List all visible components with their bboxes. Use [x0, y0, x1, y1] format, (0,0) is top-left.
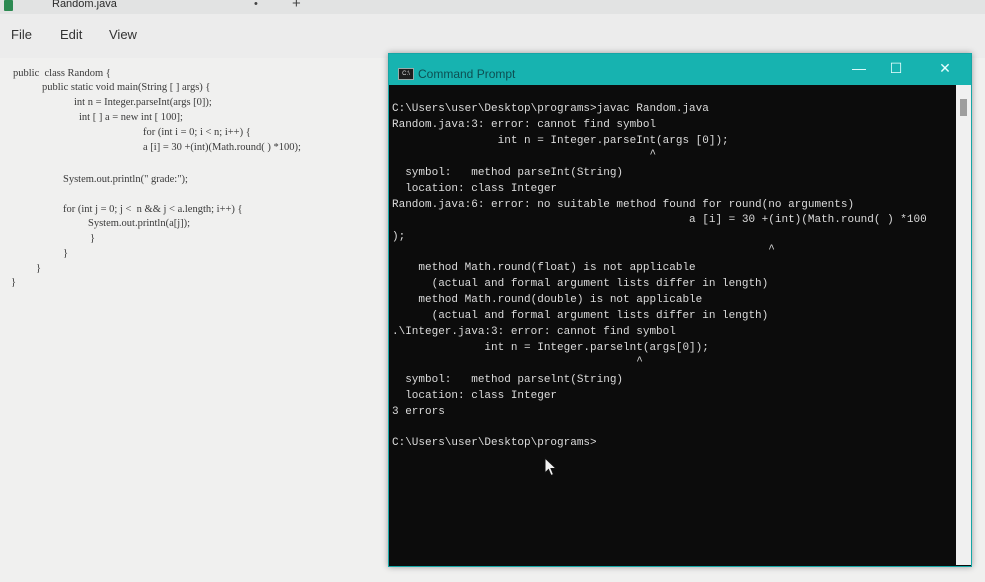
new-tab-button[interactable]: + [292, 0, 301, 12]
terminal-line: int n = Integer.parseInt(args [0]); [392, 135, 729, 147]
code-line: } [63, 248, 69, 259]
notepad-titlebar: Random.java • + [0, 0, 985, 14]
vertical-scrollbar[interactable] [956, 85, 971, 565]
terminal-prompt[interactable]: C:\Users\user\Desktop\programs> [392, 437, 597, 449]
tab-random-java[interactable]: Random.java [52, 0, 117, 10]
cmd-titlebar[interactable]: C:\ Command Prompt — ☐ ✕ [389, 54, 971, 85]
code-line: } [36, 263, 42, 274]
terminal-line: (actual and formal argument lists differ… [392, 310, 769, 322]
close-button[interactable]: ✕ [935, 60, 955, 77]
code-line: int [ ] a = new int [ 100]; [79, 112, 183, 123]
terminal-line: a [i] = 30 +(int)(Math.round( ) *100 [392, 214, 927, 226]
window-title: Command Prompt [418, 67, 516, 81]
code-line: System.out.println(" grade:"); [63, 174, 188, 185]
terminal-line: location: class Integer [392, 390, 558, 402]
terminal-line: location: class Integer [392, 183, 558, 195]
terminal-output[interactable]: C:\Users\user\Desktop\programs>javac Ran… [389, 85, 955, 565]
notepad-menubar: File Edit View [0, 14, 985, 58]
terminal-line: C:\Users\user\Desktop\programs>javac Ran… [392, 103, 709, 115]
terminal-line: .\Integer.java:3: error: cannot find sym… [392, 326, 676, 338]
code-line: for (int j = 0; j < n && j < a.length; i… [63, 204, 243, 215]
terminal-line: Random.java:6: error: no suitable method… [392, 199, 855, 211]
terminal-line: symbol: method parselnt(String) [392, 374, 624, 386]
terminal-icon: C:\ [398, 68, 414, 80]
scrollbar-thumb[interactable] [960, 99, 967, 116]
mouse-pointer-icon [544, 457, 558, 477]
code-line: public static void main(String [ ] args)… [42, 82, 211, 93]
menu-view[interactable]: View [109, 27, 137, 42]
code-line: } [11, 277, 17, 288]
menu-file[interactable]: File [11, 27, 32, 42]
terminal-line: 3 errors [392, 406, 445, 418]
minimize-button[interactable]: — [849, 60, 869, 76]
terminal-line: ); [392, 231, 406, 243]
code-line: } [90, 233, 96, 244]
code-line: System.out.println(a[j]); [88, 218, 191, 229]
code-line: public class Random { [13, 68, 111, 79]
terminal-line: method Math.round(float) is not applicab… [392, 262, 696, 274]
code-line: for (int i = 0; i < n; i++) { [143, 127, 251, 138]
maximize-button[interactable]: ☐ [886, 60, 906, 77]
terminal-line: (actual and formal argument lists differ… [392, 278, 769, 290]
notepad-file-icon [4, 0, 13, 11]
code-line: a [i] = 30 +(int)(Math.round( ) *100); [143, 142, 301, 153]
terminal-line: ^ [392, 149, 657, 161]
terminal-line: Random.java:3: error: cannot find symbol [392, 119, 657, 131]
terminal-line: ^ [392, 356, 643, 368]
terminal-line: symbol: method parseInt(String) [392, 167, 624, 179]
unsaved-indicator[interactable]: • [254, 0, 258, 10]
code-line: int n = Integer.parseInt(args [0]); [74, 97, 212, 108]
terminal-line: int n = Integer.parselnt(args[0]); [392, 342, 709, 354]
menu-edit[interactable]: Edit [60, 27, 82, 42]
terminal-line: method Math.round(double) is not applica… [392, 294, 703, 306]
terminal-line: ^ [392, 244, 775, 256]
command-prompt-window[interactable]: C:\ Command Prompt — ☐ ✕ C:\Users\user\D… [388, 53, 972, 567]
